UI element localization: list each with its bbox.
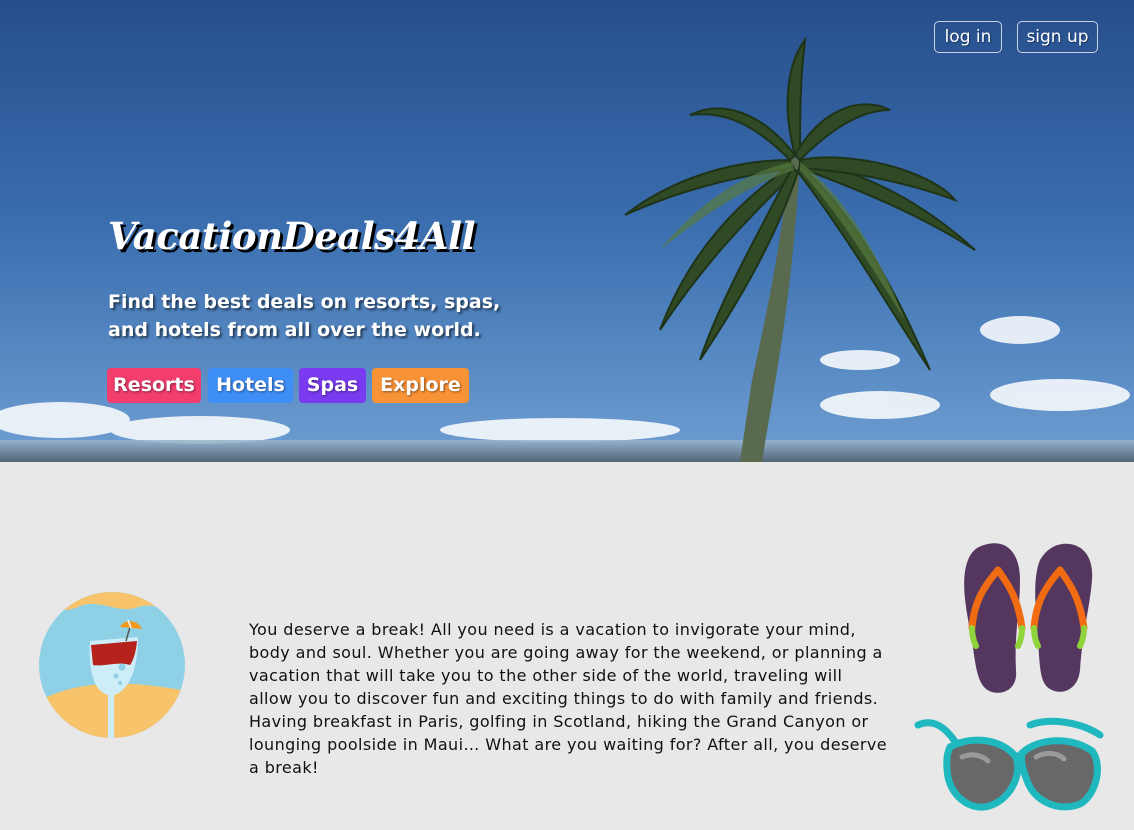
- tagline-line-2: and hotels from all over the world.: [108, 319, 481, 341]
- spas-button[interactable]: Spas: [299, 368, 366, 403]
- main-content: You deserve a break! All you need is a v…: [0, 462, 1134, 830]
- explore-button[interactable]: Explore: [372, 368, 469, 403]
- hero-banner: log in sign up VacationDeals4All Find th…: [0, 0, 1134, 462]
- hotels-button[interactable]: Hotels: [208, 368, 293, 403]
- cocktail-icon: [39, 592, 185, 738]
- site-logo[interactable]: VacationDeals4All: [108, 214, 476, 258]
- resorts-button[interactable]: Resorts: [107, 368, 201, 403]
- signup-button[interactable]: sign up: [1017, 21, 1098, 53]
- sunglasses-icon: [914, 717, 1104, 811]
- intro-paragraph: You deserve a break! All you need is a v…: [249, 620, 888, 777]
- login-button[interactable]: log in: [934, 21, 1002, 53]
- tagline: Find the best deals on resorts, spas, an…: [108, 288, 528, 344]
- tagline-line-1: Find the best deals on resorts, spas,: [108, 291, 501, 313]
- flip-flops-icon: [964, 543, 1093, 693]
